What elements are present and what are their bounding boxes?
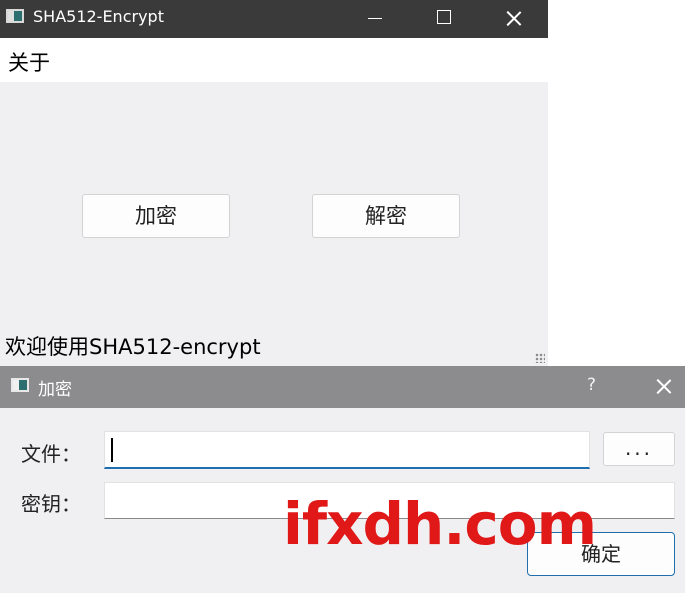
dialog-app-icon (11, 378, 29, 392)
menu-bar: 关于 (0, 38, 548, 82)
minimize-icon (368, 18, 382, 19)
menu-about[interactable]: 关于 (8, 47, 50, 77)
maximize-icon (437, 10, 451, 24)
encrypt-button[interactable]: 加密 (82, 194, 230, 238)
title-bar[interactable]: SHA512-Encrypt (0, 0, 548, 38)
file-label: 文件： (21, 442, 81, 466)
encrypt-dialog: 加密 ? 文件： ... 密钥： 确定 (0, 366, 685, 593)
dialog-close-button[interactable] (646, 369, 685, 405)
browse-button[interactable]: ... (603, 432, 675, 466)
close-icon (656, 378, 672, 394)
resize-grip-icon[interactable] (535, 353, 545, 363)
file-input[interactable] (104, 431, 590, 469)
key-label: 密钥： (21, 492, 81, 516)
window-title: SHA512-Encrypt (33, 7, 164, 26)
close-icon (506, 10, 522, 26)
app-icon (6, 9, 24, 23)
minimize-button[interactable] (352, 0, 398, 38)
status-bar-text: 欢迎使用SHA512-encrypt (5, 335, 261, 359)
watermark-text: ifxdh.com (283, 490, 597, 558)
maximize-button[interactable] (421, 0, 467, 38)
dialog-title-bar[interactable]: 加密 ? (0, 366, 685, 408)
dialog-title: 加密 (38, 380, 72, 400)
main-window: SHA512-Encrypt 关于 加密 解密 欢迎使用SHA512-encry… (0, 0, 548, 366)
close-button[interactable] (490, 0, 536, 38)
text-caret (111, 438, 113, 462)
help-button[interactable]: ? (587, 375, 596, 395)
decrypt-button[interactable]: 解密 (312, 194, 460, 238)
